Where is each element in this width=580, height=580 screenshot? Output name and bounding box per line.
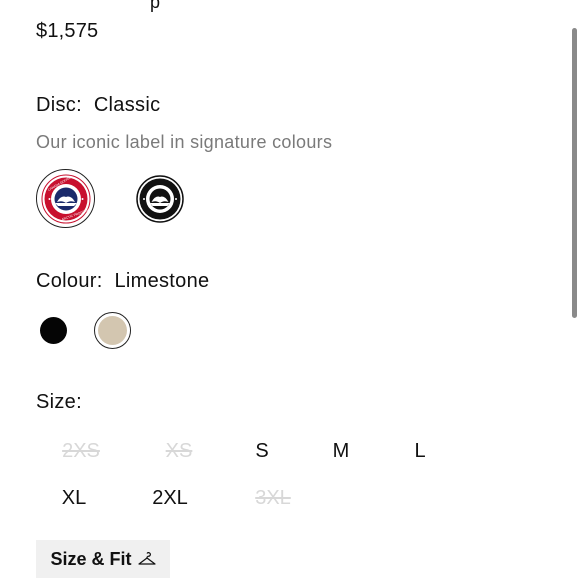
colour-heading: Colour: Limestone	[36, 270, 209, 293]
colour-label: Colour:	[36, 270, 103, 292]
disc-label: Disc:	[36, 94, 82, 116]
size-option-2xl[interactable]: 2XL	[130, 487, 210, 510]
disc-description: Our iconic label in signature colours	[36, 132, 333, 152]
size-option-m[interactable]: M	[301, 440, 381, 463]
size-and-fit-label: Size & Fit	[50, 548, 132, 569]
size-option-s[interactable]: S	[222, 440, 302, 463]
disc-selected-value: Classic	[93, 94, 161, 116]
canada-goose-classic-disc-icon: CANADA GOOSE ARCTIC PROGRAM	[41, 174, 90, 223]
product-price: $1,575	[36, 20, 99, 42]
size-and-fit-button[interactable]: Size & Fit	[36, 540, 170, 578]
colour-swatch-limestone[interactable]	[94, 312, 131, 349]
size-option-3xl[interactable]: 3XL	[233, 487, 313, 510]
hanger-icon	[137, 552, 156, 566]
disc-option-classic[interactable]: CANADA GOOSE ARCTIC PROGRAM	[36, 169, 95, 228]
size-option-l[interactable]: L	[380, 440, 460, 463]
size-option-xl[interactable]: XL	[34, 487, 114, 510]
size-option-xs[interactable]: XS	[139, 440, 219, 463]
colour-swatch-black[interactable]	[40, 317, 67, 344]
size-option-2xs[interactable]: 2XS	[41, 440, 121, 463]
product-options-panel: p $1,575 Disc: Classic Our iconic label …	[0, 0, 580, 580]
truncated-text: p	[150, 0, 161, 12]
size-label: Size:	[36, 391, 82, 413]
disc-option-black[interactable]	[136, 175, 184, 223]
disc-heading: Disc: Classic	[36, 94, 160, 117]
canada-goose-black-disc-icon	[136, 175, 184, 223]
colour-swatch-limestone-fill	[98, 316, 127, 345]
colour-selected-value: Limestone	[114, 270, 210, 292]
scrollbar[interactable]	[572, 28, 577, 318]
